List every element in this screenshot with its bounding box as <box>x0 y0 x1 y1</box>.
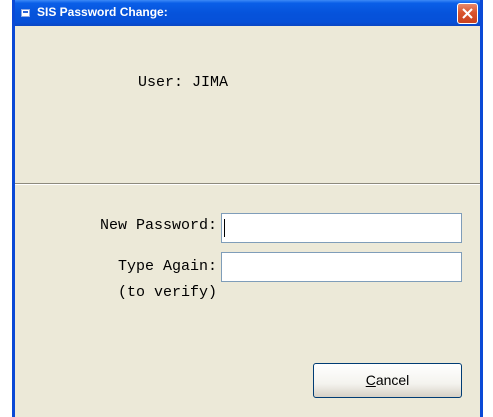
new-password-label: New Password: <box>99 217 217 234</box>
separator <box>15 183 480 185</box>
cancel-label-rest: ancel <box>375 372 410 388</box>
cancel-button[interactable]: Cancel <box>313 363 462 398</box>
type-again-label: Type Again: <box>117 258 217 275</box>
close-button[interactable] <box>457 3 478 24</box>
text-caret <box>224 219 225 237</box>
verify-note: (to verify) <box>117 284 217 301</box>
title-bar[interactable]: SIS Password Change: <box>15 0 480 26</box>
window-title: SIS Password Change: <box>37 5 168 19</box>
user-label: User: JIMA <box>138 74 229 91</box>
password-change-dialog: SIS Password Change: User: JIMA New Pass… <box>12 0 483 417</box>
cancel-mnemonic: C <box>365 372 376 388</box>
close-icon <box>462 8 473 19</box>
new-password-field[interactable] <box>221 213 462 243</box>
type-again-field[interactable] <box>221 252 462 282</box>
app-window-icon <box>21 9 30 17</box>
